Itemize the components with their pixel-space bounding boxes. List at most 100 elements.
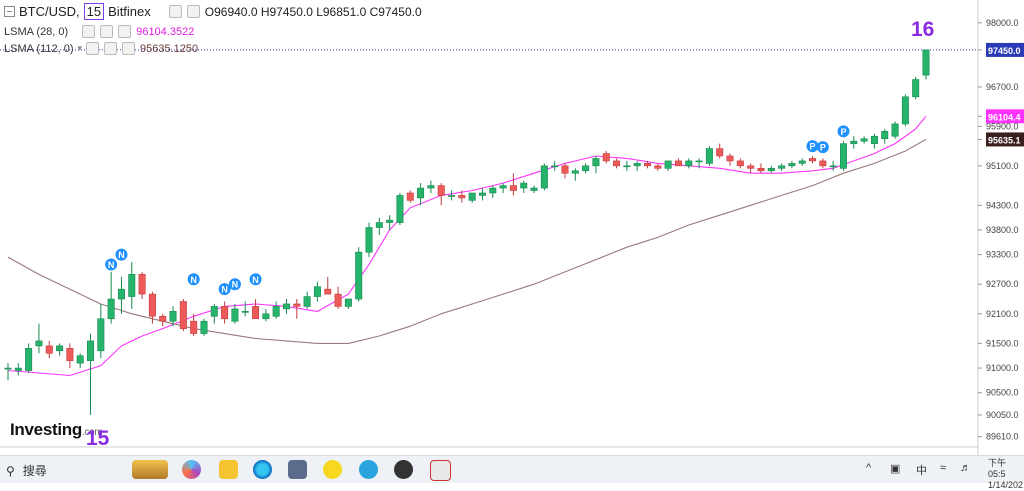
candle-body <box>602 153 610 162</box>
candle-body <box>829 165 837 168</box>
candle-body <box>355 251 363 300</box>
price-axis-label: 95635.1 <box>988 135 1021 145</box>
ma28-eye-icon[interactable] <box>82 25 96 38</box>
candle-body <box>4 367 12 370</box>
chevron-down-icon[interactable]: ▾ <box>78 43 83 54</box>
candle-body <box>778 165 786 169</box>
price-axis-label: 92700.0 <box>986 279 1019 289</box>
candle-body <box>76 355 84 364</box>
candle-body <box>210 306 218 317</box>
candle-body <box>437 185 445 196</box>
candle-body <box>241 311 249 313</box>
ma112-eye-icon[interactable] <box>86 42 100 55</box>
candle-body <box>685 160 693 167</box>
signal-marker-label: N <box>221 285 228 295</box>
candle-body <box>716 148 724 157</box>
ma28-label[interactable]: LSMA (28, 0) <box>4 26 68 38</box>
candle-body <box>839 143 847 169</box>
candle-body <box>736 160 744 167</box>
candle-body <box>705 148 713 164</box>
candle-body <box>169 311 177 322</box>
video-call-icon[interactable]: ▣ <box>890 462 900 475</box>
media-player-icon[interactable] <box>394 460 413 479</box>
price-axis-label: 90050.0 <box>986 410 1019 420</box>
series-line <box>7 138 927 344</box>
signal-marker-label: P <box>840 127 846 137</box>
chart-area[interactable]: 98000.0 97450.0 96700.0 96104.4 95900.0 95635… <box>0 0 1024 455</box>
candle-body <box>365 227 373 253</box>
ime-indicator[interactable]: 中 <box>916 462 927 478</box>
candle-body <box>561 165 569 174</box>
price-axis-label: 94300.0 <box>986 200 1019 210</box>
ma28-close-icon[interactable] <box>118 25 132 38</box>
search-label: 搜尋 <box>22 464 47 478</box>
settings-gear-icon[interactable] <box>186 5 200 18</box>
candle-body <box>406 192 414 201</box>
price-axis-label: 98000.0 <box>986 18 1019 28</box>
hide-eye-icon[interactable] <box>168 5 182 18</box>
ma112-label[interactable]: LSMA (112, 0) <box>4 43 74 55</box>
candle-body <box>159 315 167 322</box>
price-axis-label: 91500.0 <box>986 338 1019 348</box>
signal-marker-label: N <box>252 275 259 285</box>
ma112-close-icon[interactable] <box>122 42 136 55</box>
ma28-settings-icon[interactable] <box>100 25 114 38</box>
candle-body <box>509 185 517 191</box>
candle-body <box>313 286 321 297</box>
symbol-label[interactable]: BTC/USD, <box>19 4 80 19</box>
candle-body <box>200 320 208 334</box>
candle-body <box>448 195 456 197</box>
candle-body <box>747 165 755 169</box>
price-axis-label: 95900.0 <box>986 121 1019 131</box>
candle-body <box>417 187 425 199</box>
candle-body <box>231 308 239 322</box>
system-clock[interactable]: 下午 05:5 1/14/202 <box>988 458 1024 491</box>
candle-body <box>757 168 765 172</box>
candle-body <box>922 49 930 76</box>
widget-landscape-icon[interactable] <box>132 460 168 479</box>
candle-body <box>14 367 22 371</box>
candlestick-chart[interactable]: 98000.097450.096700.096104.495900.095635… <box>0 0 1024 455</box>
chart-app-icon[interactable] <box>288 460 307 479</box>
candle-body <box>695 160 703 163</box>
windows-taskbar: ⚲ 搜尋 ^ ▣ 中 ≈ ♬ 下午 05:5 1/14/202 <box>0 455 1024 490</box>
candle-body <box>520 182 528 189</box>
candle-body <box>344 298 352 307</box>
signal-marker-label: N <box>118 250 125 260</box>
taskbar-search[interactable]: ⚲ 搜尋 <box>6 462 47 479</box>
copilot-icon[interactable] <box>182 460 201 479</box>
telegram-icon[interactable] <box>359 460 378 479</box>
signal-marker-label: N <box>190 275 197 285</box>
candle-body <box>654 165 662 169</box>
smiley-icon[interactable] <box>323 460 342 479</box>
candle-body <box>891 123 899 137</box>
candle-body <box>221 306 229 320</box>
tray-chevron-icon[interactable]: ^ <box>866 462 871 474</box>
symbol-legend: BTC/USD, 15 Bitfinex O96940.0 H97450.0 L… <box>4 3 422 20</box>
candle-body <box>664 160 672 169</box>
candle-body <box>272 306 280 317</box>
candle-body <box>148 293 156 317</box>
mahjong-icon[interactable] <box>430 460 451 481</box>
price-axis-label: 93300.0 <box>986 250 1019 260</box>
candle-body <box>674 160 682 167</box>
ohlc-values: O96940.0 H97450.0 L96851.0 C97450.0 <box>204 4 422 19</box>
edge-browser-icon[interactable] <box>253 460 272 479</box>
speaker-icon[interactable]: ♬ <box>960 462 971 474</box>
interval-label[interactable]: 15 <box>83 3 105 20</box>
candle-body <box>540 165 548 189</box>
candle-body <box>56 345 64 352</box>
collapse-legend-icon[interactable] <box>4 6 15 17</box>
wifi-icon[interactable]: ≈ <box>940 462 946 474</box>
ma112-settings-icon[interactable] <box>104 42 118 55</box>
candle-body <box>633 163 641 167</box>
candle-body <box>25 348 33 371</box>
candle-body <box>881 131 889 140</box>
candle-body <box>819 160 827 167</box>
candle-body <box>458 195 466 199</box>
candle-body <box>478 192 486 196</box>
file-explorer-icon[interactable] <box>219 460 238 479</box>
signal-marker-label: P <box>810 142 816 152</box>
candle-body <box>582 165 590 172</box>
price-axis-label: 89610.0 <box>986 432 1019 442</box>
